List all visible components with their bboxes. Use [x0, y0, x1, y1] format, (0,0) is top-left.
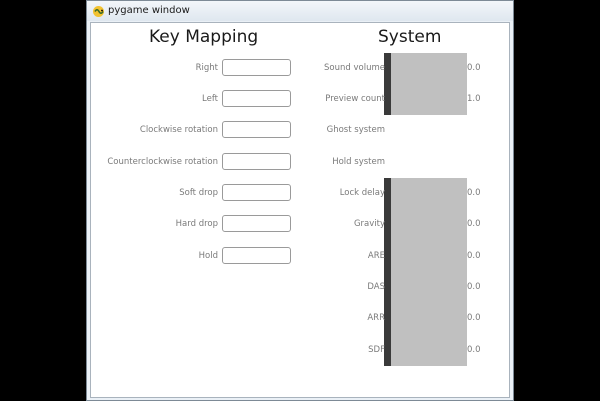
sdf-label: SDF — [368, 345, 385, 355]
arr-value: 0.0 — [467, 313, 481, 323]
lock-delay-slider-handle[interactable] — [384, 178, 391, 209]
timing-slider-track[interactable] — [384, 178, 467, 366]
key-soft-drop-label: Soft drop — [179, 188, 218, 198]
pygame-snake-icon — [93, 6, 104, 17]
system-heading: System — [378, 27, 442, 47]
gravity-value: 0.0 — [467, 219, 481, 229]
key-clockwise-label: Clockwise rotation — [139, 125, 218, 135]
key-left-label: Left — [202, 94, 218, 104]
key-soft-drop-input[interactable] — [222, 184, 291, 201]
arr-label: ARR — [367, 313, 385, 323]
title-bar[interactable]: pygame window — [87, 1, 513, 21]
key-mapping-heading: Key Mapping — [149, 27, 259, 47]
client-area: Key Mapping Right Left Clockwise rotatio… — [90, 22, 510, 398]
are-value: 0.0 — [467, 251, 481, 261]
lock-delay-label: Lock delay — [339, 188, 385, 198]
preview-count-label: Preview count — [325, 94, 385, 104]
key-hard-drop-label: Hard drop — [175, 219, 218, 229]
sound-volume-label: Sound volume — [324, 63, 385, 73]
key-left-input[interactable] — [222, 90, 291, 107]
preview-count-slider-handle[interactable] — [384, 84, 391, 115]
hold-system-label: Hold system — [332, 157, 385, 167]
gravity-slider-handle[interactable] — [384, 209, 391, 241]
sdf-slider-handle[interactable] — [384, 335, 391, 366]
key-hold-label: Hold — [198, 251, 218, 261]
key-right-label: Right — [195, 63, 218, 73]
arr-slider-handle[interactable] — [384, 303, 391, 335]
are-slider-handle[interactable] — [384, 241, 391, 272]
key-counterclockwise-input[interactable] — [222, 153, 291, 170]
sound-volume-slider-handle[interactable] — [384, 53, 391, 84]
gravity-label: Gravity — [353, 219, 385, 229]
key-hard-drop-input[interactable] — [222, 215, 291, 232]
window-title: pygame window — [108, 5, 190, 16]
preview-count-value: 1.0 — [467, 94, 481, 104]
das-label: DAS — [367, 282, 385, 292]
sdf-value: 0.0 — [467, 345, 481, 355]
das-value: 0.0 — [467, 282, 481, 292]
lock-delay-value: 0.0 — [467, 188, 481, 198]
sound-preview-slider-track[interactable] — [384, 53, 467, 115]
are-label: ARE — [367, 251, 385, 261]
key-clockwise-input[interactable] — [222, 121, 291, 138]
key-right-input[interactable] — [222, 59, 291, 76]
sound-volume-value: 0.0 — [467, 63, 481, 73]
das-slider-handle[interactable] — [384, 272, 391, 303]
ghost-system-label: Ghost system — [326, 125, 385, 135]
key-hold-input[interactable] — [222, 247, 291, 264]
key-counterclockwise-label: Counterclockwise rotation — [107, 157, 218, 167]
pygame-window: pygame window Key Mapping Right Left Clo… — [86, 0, 514, 401]
